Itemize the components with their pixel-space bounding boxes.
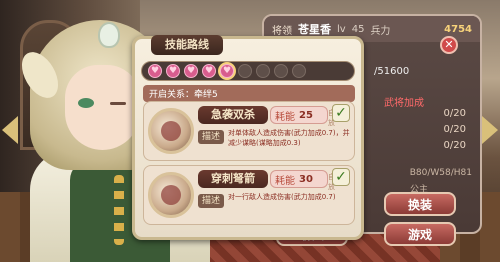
skill-card: 急袭双杀 耗能 25 自动释放 ✓ 描述 对单体敌人造成伤害(武力加成0.7)，…	[143, 101, 355, 161]
heart-node-icon: ♥	[184, 64, 198, 78]
vest-buttons	[114, 175, 124, 245]
bonus-value-1: 0/20	[443, 108, 466, 119]
heart-node-icon: ♥	[148, 64, 162, 78]
power-value: 4754	[444, 23, 472, 35]
level-label: lv	[337, 23, 346, 35]
desc-label: 描述	[198, 194, 224, 208]
skill-name: 急袭双杀	[198, 106, 268, 124]
skill-description: 对一行敌人造成伤害(武力加成0.7)	[228, 193, 336, 201]
skill-icon	[148, 108, 194, 154]
checkmark-icon[interactable]: ✓	[332, 168, 350, 186]
cost-label: 耗能	[275, 175, 295, 187]
cost-value: 25	[299, 109, 313, 121]
heart-node-icon: ♥	[220, 64, 234, 78]
change-outfit-button[interactable]: 换装	[384, 192, 456, 216]
popup-title: 技能路线	[151, 35, 223, 55]
skill-icon	[148, 172, 194, 218]
heart-node-icon: ♥	[166, 64, 180, 78]
empty-node-icon	[292, 64, 306, 78]
bonus-value-3: 0/20	[443, 140, 466, 151]
hair-ornament	[98, 22, 120, 48]
right-arrow-icon[interactable]	[482, 116, 498, 144]
character-label: 将领	[272, 25, 292, 37]
exp-value: /51600	[374, 66, 410, 77]
game-button[interactable]: 游戏	[384, 222, 456, 246]
empty-node-icon	[256, 64, 270, 78]
unlock-condition: 开启关系：牵绊5	[143, 85, 355, 102]
character-name: 苍星香	[298, 23, 331, 36]
skill-path-track: ♥ ♥ ♥ ♥ ♥	[141, 61, 355, 81]
figure-stats: B80/W58/H81	[409, 168, 472, 178]
bonus-label: 武将加成	[384, 98, 424, 109]
power-label: 兵力	[370, 25, 391, 37]
character-eye	[78, 98, 94, 108]
cost-label: 耗能	[275, 111, 295, 123]
desc-label: 描述	[198, 130, 224, 144]
character-face	[65, 65, 140, 150]
level-value: 45	[351, 23, 365, 35]
heart-node-icon: ♥	[202, 64, 216, 78]
skill-route-popup: 技能路线 ♥ ♥ ♥ ♥ ♥ 开启关系：牵绊5 急袭双杀 耗能 25 自动释放 …	[132, 35, 364, 240]
bonus-value-2: 0/20	[443, 124, 466, 135]
checkmark-icon[interactable]: ✓	[332, 104, 350, 122]
empty-node-icon	[238, 64, 252, 78]
skill-cost: 耗能 25	[270, 106, 328, 124]
left-arrow-icon[interactable]	[2, 116, 18, 144]
character-wink	[110, 102, 126, 105]
cost-value: 30	[299, 173, 313, 185]
empty-node-icon	[274, 64, 288, 78]
skill-name: 穿刺弩箭	[198, 170, 268, 188]
skill-description: 对单体敌人造成伤害(武力加成0.7)，并减少谋略(谋略加成0.3)	[228, 129, 350, 147]
close-icon[interactable]: ✕	[440, 36, 458, 54]
skill-cost: 耗能 30	[270, 170, 328, 188]
skill-card: 穿刺弩箭 耗能 30 自动释放 ✓ 描述 对一行敌人造成伤害(武力加成0.7)	[143, 165, 355, 225]
